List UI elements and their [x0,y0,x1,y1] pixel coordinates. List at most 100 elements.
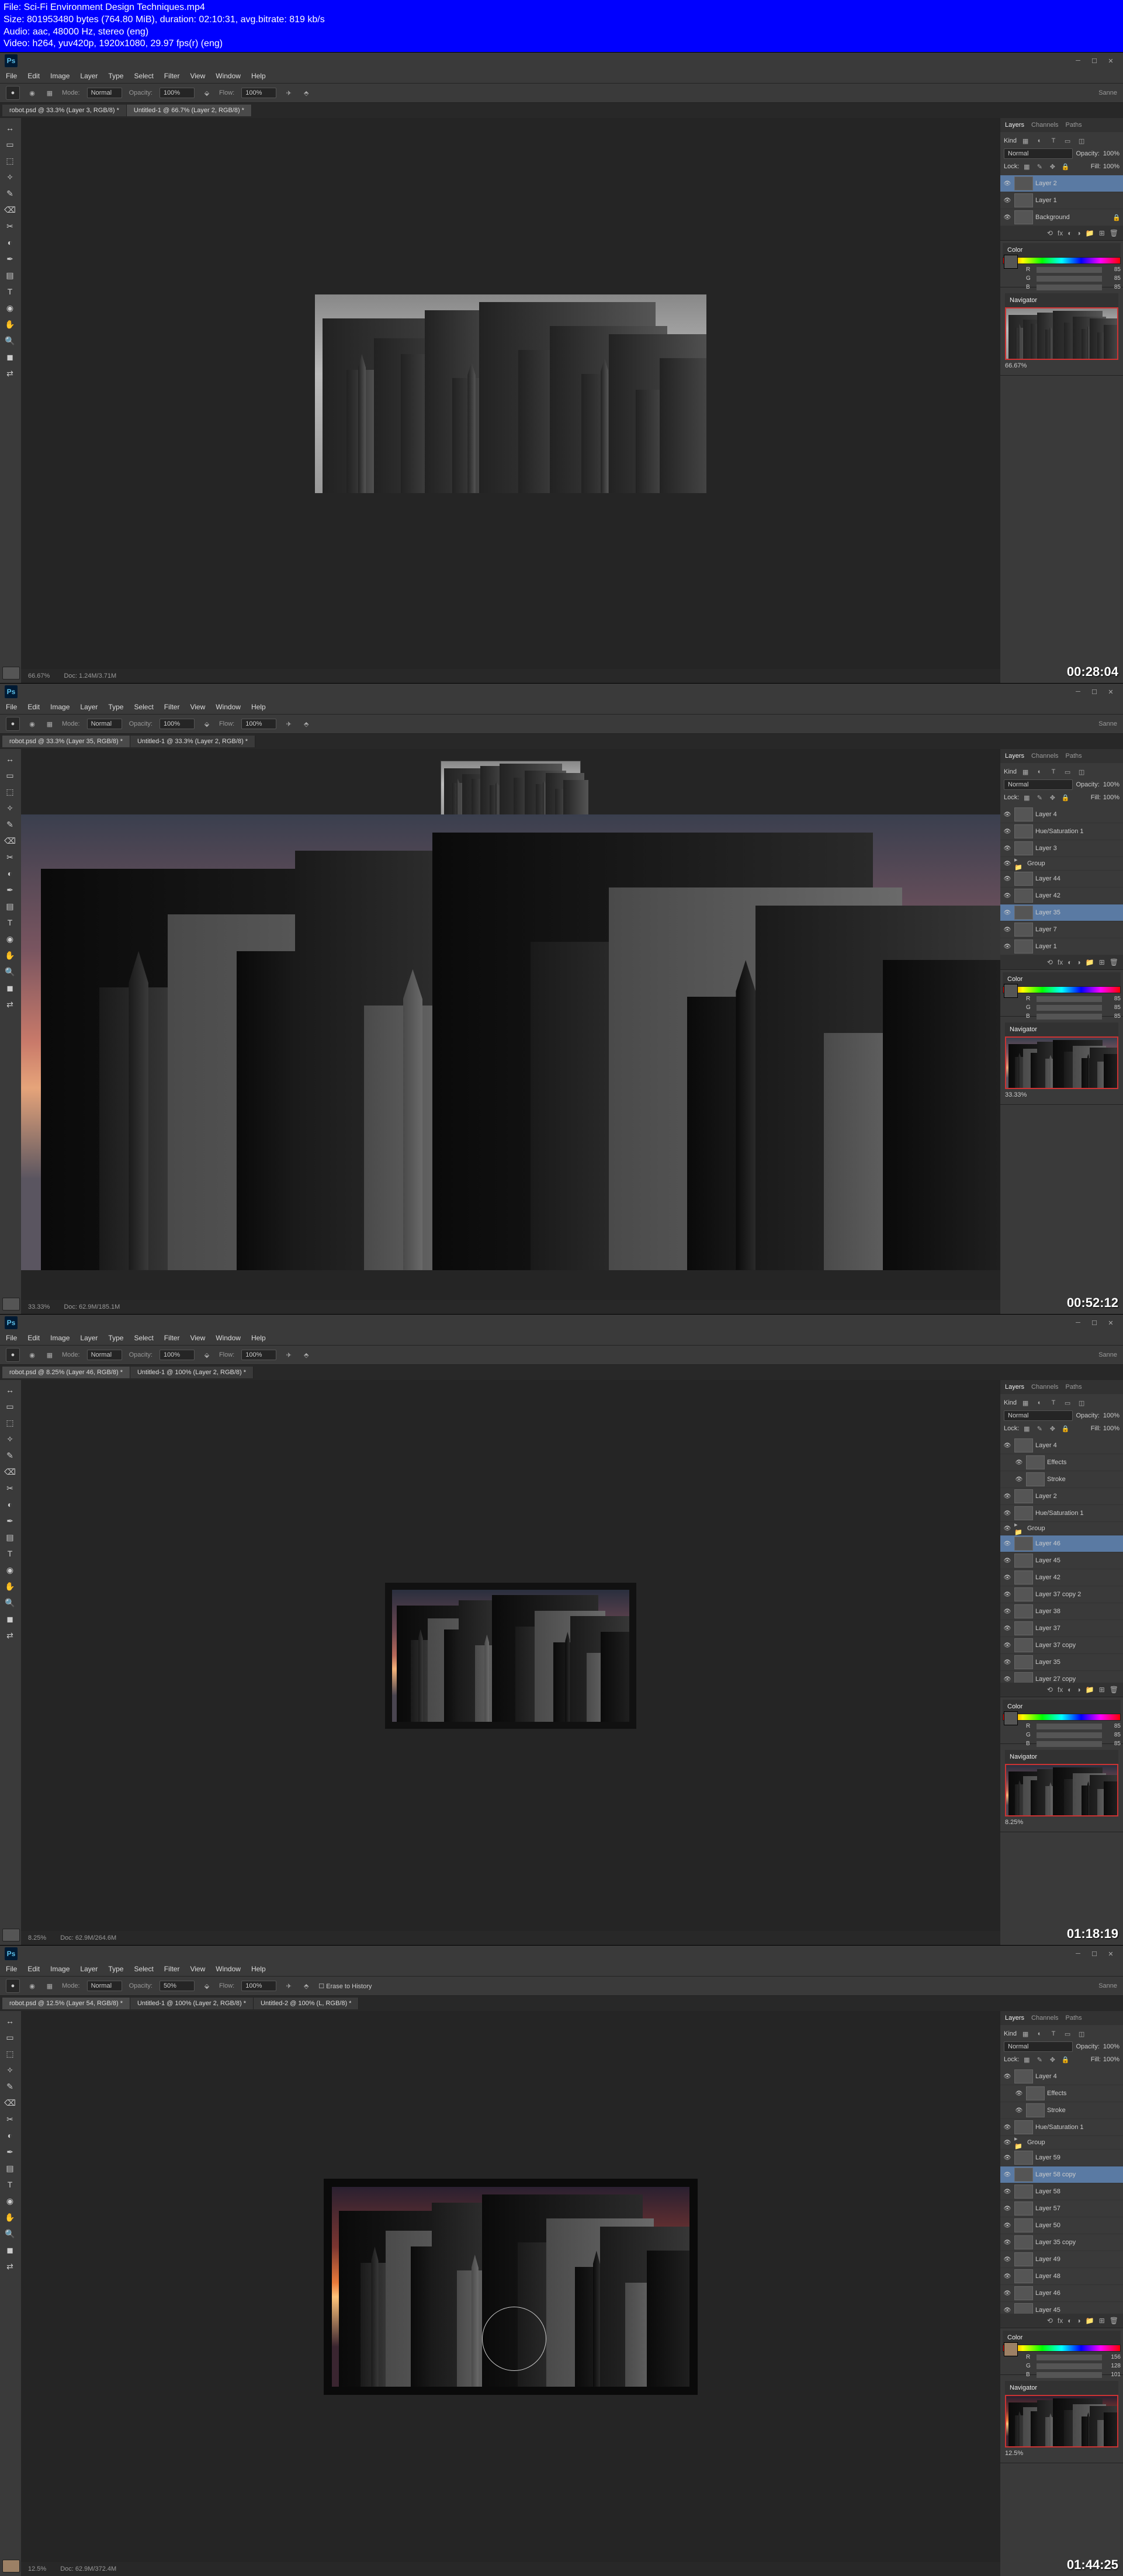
tool-button[interactable]: ◉ [1,300,19,316]
layer-name[interactable]: Layer 4 [1035,2073,1121,2080]
canvas[interactable] [21,2011,1000,2562]
g-slider[interactable] [1037,2363,1102,2369]
tool-button[interactable]: ✋ [1,948,19,963]
visibility-icon[interactable]: 👁 [1003,1492,1012,1501]
tool-preset-icon[interactable]: ● [6,86,20,100]
tool-button[interactable]: ⌫ [1,833,19,848]
lock-pos-icon[interactable]: ✥ [1047,161,1058,172]
doc-tab[interactable]: Untitled-1 @ 33.3% (Layer 2, RGB/8) * [130,736,255,747]
visibility-icon[interactable]: 👁 [1003,2289,1012,2298]
doc-tab[interactable]: Untitled-2 @ 100% (L, RGB/8) * [254,1998,359,2009]
layer-row[interactable]: 👁 Hue/Saturation 1 [1000,823,1123,840]
tool-button[interactable]: ◼ [1,980,19,996]
new-layer-icon[interactable]: ⊞ [1099,958,1105,966]
tool-button[interactable]: ▤ [1,899,19,914]
layer-row[interactable]: 👁 Layer 4 [1000,2068,1123,2085]
layer-name[interactable]: Layer 4 [1035,1442,1121,1449]
g-value[interactable]: 85 [1104,1732,1121,1738]
tool-button[interactable]: ◐ [1,866,19,881]
panel-tab[interactable]: Layers [1005,753,1024,760]
brush-icon[interactable]: ◉ [27,719,37,729]
layer-row[interactable]: 👁 Layer 58 copy [1000,2166,1123,2183]
menu-item[interactable]: Layer [80,1334,98,1342]
layer-name[interactable]: Layer 2 [1035,180,1121,187]
pressure-size-icon[interactable]: ⬘ [301,1350,311,1360]
layer-row[interactable]: 👁 Layer 58 [1000,2183,1123,2200]
pressure-opacity-icon[interactable]: ⬙ [202,1981,212,1991]
foreground-color[interactable] [2,1929,20,1941]
filter-type-icon[interactable]: T [1048,1398,1059,1408]
blend-mode[interactable]: Normal [1004,2041,1073,2052]
hue-strip[interactable] [1003,1714,1121,1721]
mask-icon[interactable]: ◐ [1067,1686,1072,1694]
nav-tab[interactable]: Navigator [1010,1026,1037,1033]
opacity-input[interactable]: 100% [160,1350,195,1360]
tool-button[interactable]: ▭ [1,768,19,783]
layer-row[interactable]: 👁 Layer 44 [1000,871,1123,887]
tool-button[interactable]: ✂ [1,2112,19,2127]
brush-icon[interactable]: ◉ [27,1350,37,1360]
b-value[interactable]: 101 [1104,2372,1121,2378]
tool-button[interactable]: ↔ [1,2013,19,2029]
g-value[interactable]: 85 [1104,1004,1121,1011]
nav-tab[interactable]: Navigator [1010,297,1037,304]
layer-row[interactable]: 👁 Effects [1000,2085,1123,2102]
brush-settings-icon[interactable]: ▦ [44,88,55,98]
lock-pos-icon[interactable]: ✥ [1047,1423,1058,1434]
doc-tab[interactable]: Untitled-1 @ 66.7% (Layer 2, RGB/8) * [127,105,252,116]
minimize-icon[interactable]: ─ [1070,686,1086,698]
visibility-icon[interactable]: 👁 [1003,179,1012,188]
fill-value[interactable]: 100% [1103,1425,1119,1432]
color-tab[interactable]: Color [1007,976,1023,983]
r-slider[interactable] [1037,1724,1102,1729]
tool-button[interactable]: ↔ [1,1382,19,1398]
filter-pixel-icon[interactable]: ▦ [1020,767,1031,777]
lock-trans-icon[interactable]: ▦ [1021,161,1032,172]
fx-icon[interactable]: fx [1058,958,1063,966]
color-tab[interactable]: Color [1007,247,1023,254]
foreground-color[interactable] [2,2560,20,2572]
nav-zoom[interactable]: 66.67% [1005,362,1118,369]
delete-icon[interactable]: 🗑 [1110,958,1118,966]
layer-row[interactable]: 👁 Layer 48 [1000,2268,1123,2285]
minimize-icon[interactable]: ─ [1070,1948,1086,1960]
layer-name[interactable]: Stroke [1047,1476,1121,1483]
visibility-icon[interactable]: 👁 [1014,2106,1024,2115]
nav-thumb[interactable] [1005,1764,1118,1816]
layer-name[interactable]: Layer 35 [1035,909,1121,916]
lock-pixel-icon[interactable]: ✎ [1034,161,1045,172]
tool-button[interactable]: ⌫ [1,202,19,217]
layer-row[interactable]: 👁 Layer 27 copy [1000,1671,1123,1683]
nav-thumb[interactable] [1005,2395,1118,2447]
panel-tab[interactable]: Channels [1031,753,1058,760]
tool-button[interactable]: ✧ [1,800,19,816]
r-slider[interactable] [1037,2355,1102,2360]
layer-name[interactable]: Layer 7 [1035,926,1121,933]
visibility-icon[interactable]: 👁 [1003,908,1012,917]
menu-item[interactable]: Layer [80,72,98,80]
layer-name[interactable]: Stroke [1047,2107,1121,2114]
r-slider[interactable] [1037,996,1102,1002]
filter-pixel-icon[interactable]: ▦ [1020,136,1031,146]
menu-item[interactable]: Image [50,72,70,80]
panel-tab[interactable]: Channels [1031,122,1058,129]
visibility-icon[interactable]: 👁 [1003,2272,1012,2281]
visibility-icon[interactable]: 👁 [1003,2153,1012,2162]
lock-trans-icon[interactable]: ▦ [1021,1423,1032,1434]
layer-row[interactable]: 👁 Layer 50 [1000,2217,1123,2234]
visibility-icon[interactable]: 👁 [1003,2221,1012,2230]
mode-select[interactable]: Normal [87,88,122,98]
visibility-icon[interactable]: 👁 [1003,2187,1012,2196]
tool-button[interactable]: ✧ [1,169,19,185]
tool-preset-icon[interactable]: ● [6,717,20,731]
workspace-label[interactable]: Sanne [1098,720,1117,727]
layer-name[interactable]: Layer 1 [1035,943,1121,950]
tool-button[interactable]: ✧ [1,1431,19,1447]
menu-item[interactable]: Help [251,1965,266,1973]
pressure-opacity-icon[interactable]: ⬙ [202,1350,212,1360]
b-slider[interactable] [1037,285,1102,290]
layer-row[interactable]: 👁 Layer 49 [1000,2251,1123,2268]
layer-row[interactable]: 👁 Layer 1 [1000,192,1123,209]
layer-name[interactable]: Layer 58 copy [1035,2171,1121,2178]
tool-button[interactable]: ✎ [1,1448,19,1463]
